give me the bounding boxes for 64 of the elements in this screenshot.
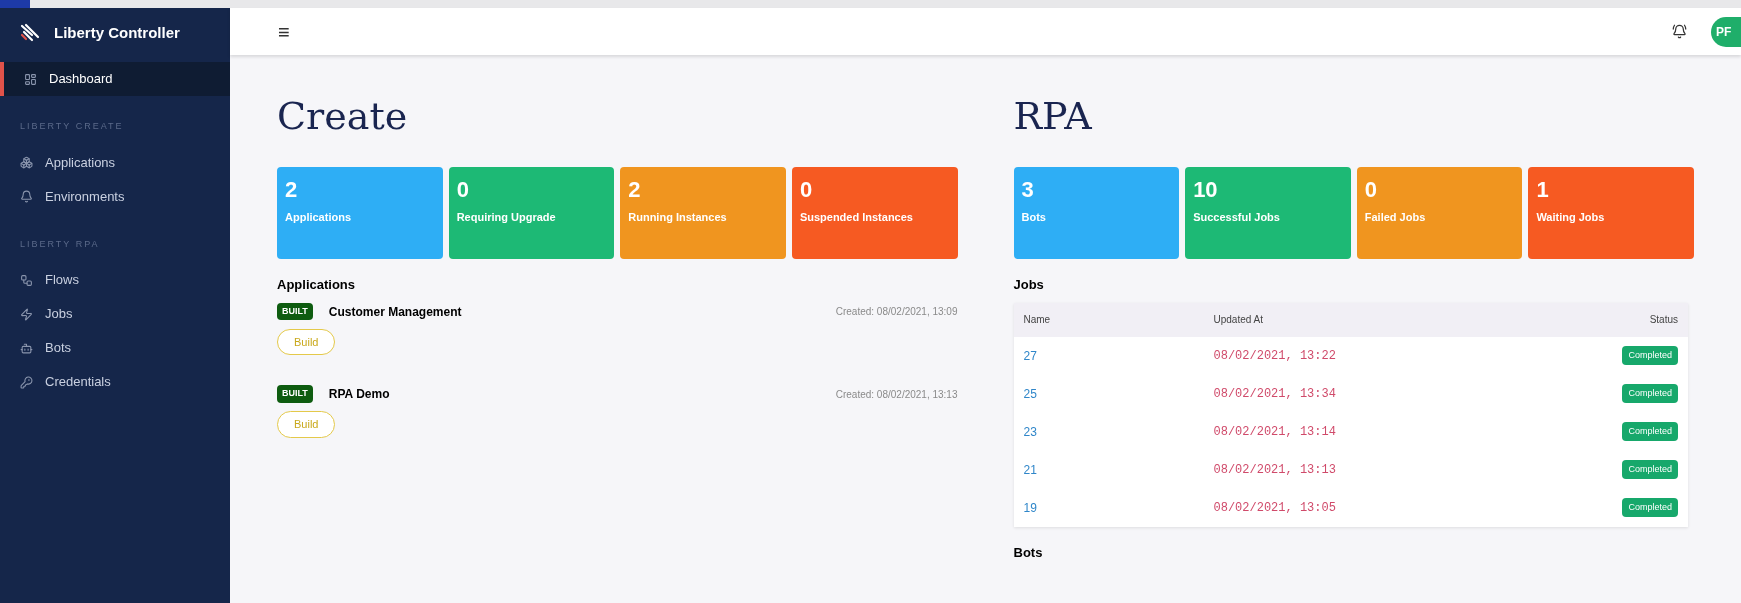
stat-label: Failed Jobs [1364,210,1427,225]
nav-item[interactable]: Credentials [0,365,230,399]
stat-value: 0 [799,179,814,201]
list-heading: Applications [277,276,356,294]
stat-value: 10 [1193,179,1219,201]
blocks-icon [20,156,33,169]
status-tag: Completed [1622,345,1678,366]
logo-icon [20,23,42,43]
menu-button[interactable]: ≡ [278,16,290,47]
app-name: Customer Management [328,303,463,321]
brand-name: Liberty Controller [54,22,180,43]
job-link[interactable]: 21 [1023,460,1037,479]
status-tag: Completed [1622,459,1678,480]
status-tag: Completed [1622,383,1678,404]
bell-icon[interactable] [1672,24,1687,39]
stat-label: Requiring Upgrade [456,210,557,225]
bolt-icon [20,307,33,321]
stat-value: 2 [285,179,299,201]
job-link[interactable]: 25 [1023,384,1037,403]
updated-time: 08/02/2021, 13:14 [1213,423,1336,441]
stat-label: Waiting Jobs [1536,210,1606,225]
status-tag: Completed [1622,497,1678,518]
stat-label: Bots [1021,210,1047,225]
column-header: Status [1648,313,1678,327]
nav-item[interactable]: Applications [0,145,230,180]
created-date: Created: 08/02/2021, 13:13 [835,387,958,402]
updated-time: 08/02/2021, 13:22 [1213,347,1336,365]
job-link[interactable]: 27 [1023,346,1037,365]
job-link[interactable]: 19 [1023,498,1037,517]
stat-label: Running Instances [628,210,728,225]
list-heading: Bots [1013,543,1044,562]
nav-item[interactable]: Bots [0,331,230,365]
stat-value: 0 [1364,179,1378,201]
created-date: Created: 08/02/2021, 13:09 [835,305,958,319]
nav-item[interactable]: Environments [0,179,230,214]
status-tag: BUILT [277,385,313,403]
column-header: Updated At [1213,313,1264,327]
section-title: Create [277,97,409,135]
app-name: RPA Demo [328,386,391,403]
updated-time: 08/02/2021, 13:05 [1213,499,1336,517]
flow-icon [20,273,33,287]
nav-item[interactable]: Flows [0,263,230,297]
robot-icon [20,341,33,355]
stat-value: 0 [456,179,470,201]
status-tag: Completed [1622,421,1678,442]
updated-time: 08/02/2021, 13:34 [1213,385,1336,403]
stat-value: 1 [1536,179,1550,201]
stat-label: Applications [285,210,352,225]
column-header: Name [1023,313,1052,327]
bell-icon [20,190,33,203]
stat-value: 3 [1021,179,1035,201]
section-heading: LIBERTY RPA [19,237,101,251]
stat-label: Suspended Instances [799,210,914,225]
nav-item[interactable]: Jobs [0,297,230,331]
job-link[interactable]: 23 [1023,422,1037,441]
section-heading: LIBERTY CREATE [19,120,125,133]
section-title: RPA [1013,97,1093,135]
stat-value: 2 [628,179,642,201]
nav-item[interactable]: Dashboard [0,62,230,96]
updated-time: 08/02/2021, 13:13 [1213,461,1336,479]
key-icon [20,375,33,389]
status-tag: BUILT [277,302,313,321]
list-heading: Jobs [1013,276,1045,294]
stat-label: Successful Jobs [1193,210,1281,225]
